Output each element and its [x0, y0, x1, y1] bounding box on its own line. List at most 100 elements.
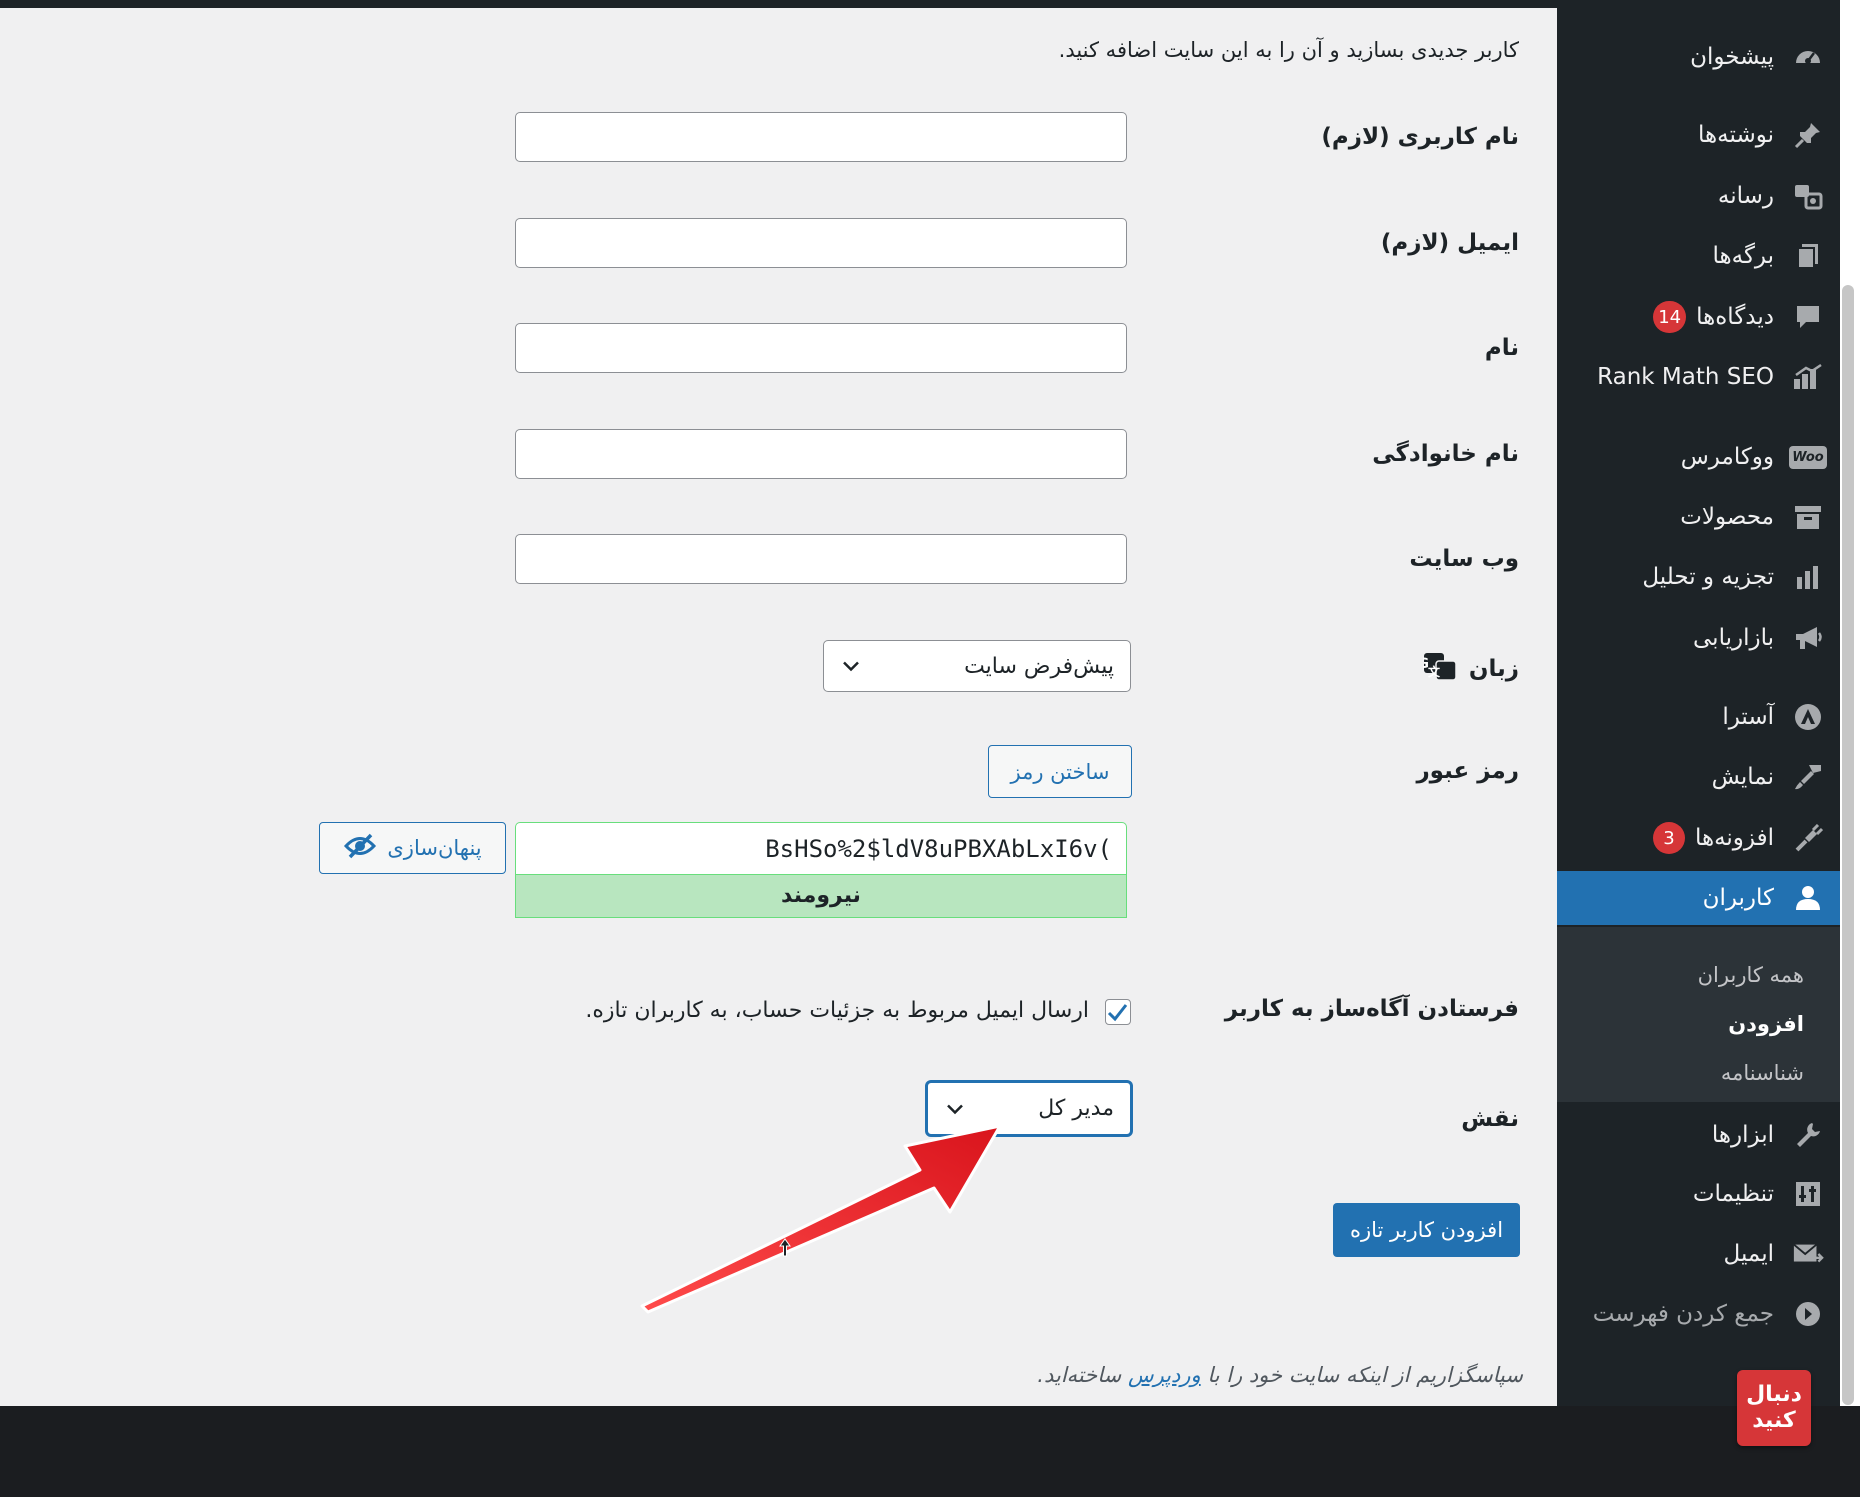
sidebar-item-label: نمایش: [1711, 764, 1774, 790]
first-name-label: نام: [1484, 335, 1519, 361]
sidebar-item-plugin[interactable]: افزونه‌ها 3: [1557, 811, 1840, 865]
checkmark-icon: [1107, 1004, 1128, 1022]
sidebar-item-label: جمع کردن فهرست: [1592, 1301, 1774, 1327]
bottom-bar: [0, 1406, 1860, 1497]
password-strength-meter: نیرومند: [515, 874, 1127, 918]
last-name-label: نام خانوادگی: [1372, 441, 1519, 467]
dashboard-icon: [1792, 41, 1824, 73]
count-badge: 14: [1653, 301, 1687, 333]
username-input[interactable]: [515, 112, 1127, 162]
sidebar-item-label: کاربران: [1702, 885, 1774, 911]
language-label-row: زبان G 文: [1417, 651, 1519, 687]
sidebar-item-label: تجزیه و تحلیل: [1642, 564, 1774, 590]
sidebar-item-label: بازاریابی: [1693, 625, 1774, 651]
sidebar-item-rank-math[interactable]: Rank Math SEO: [1557, 350, 1840, 404]
sidebar-item-label: دیدگاه‌ها: [1696, 304, 1774, 330]
footer-prefix: سپاسگزاریم از اینکه سایت خود را با: [1207, 1363, 1523, 1387]
password-input[interactable]: BsHSo%2$ldV8uPBXAbLxI6v(: [515, 822, 1127, 874]
sidebar-item-label: ابزارها: [1711, 1122, 1774, 1148]
eye-slash-icon: [343, 833, 377, 864]
hide-password-label: پنهان‌سازی: [387, 836, 482, 860]
last-name-input[interactable]: [515, 429, 1127, 479]
scrollbar-thumb[interactable]: [1842, 285, 1854, 1405]
sidebar-item-collapse[interactable]: جمع کردن فهرست: [1557, 1287, 1840, 1341]
astra-icon: [1792, 701, 1824, 733]
website-label: وب سایت: [1409, 546, 1519, 572]
sidebar-item-label: تنظیمات: [1692, 1181, 1774, 1207]
follow-badge[interactable]: دنبال کنید: [1737, 1370, 1811, 1446]
collapse-icon: [1792, 1298, 1824, 1330]
archive-icon: [1792, 501, 1824, 533]
sidebar-item-label: آسترا: [1722, 704, 1774, 730]
sidebar-item-label: Rank Math SEO: [1597, 364, 1774, 390]
sidebar-item-pages[interactable]: برگه‌ها: [1557, 229, 1840, 283]
sidebar-item-woo[interactable]: Woo ووکامرس: [1557, 430, 1840, 484]
submenu-add-new[interactable]: افزودن: [1728, 1012, 1804, 1036]
footer-suffix: ساخته‌اید.: [1037, 1363, 1122, 1387]
follow-badge-line2: کنید: [1752, 1408, 1796, 1433]
language-select-value: پیش‌فرض سایت: [964, 653, 1114, 679]
language-label: زبان: [1468, 656, 1519, 682]
media-icon: [1792, 180, 1824, 212]
chevron-down-icon: [842, 654, 860, 679]
svg-text:文: 文: [1428, 664, 1441, 679]
sidebar-item-pin[interactable]: نوشته‌ها: [1557, 108, 1840, 162]
sidebar-item-bar-chart[interactable]: تجزیه و تحلیل: [1557, 550, 1840, 604]
admin-sidebar: پیشخوان نوشته‌ها رسانه برگه‌ها دیدگاه‌ها 14 Ra…: [1557, 0, 1840, 1406]
sidebar-item-settings[interactable]: تنظیمات: [1557, 1167, 1840, 1221]
users-submenu: همه کاربران افزودن شناسنامه: [1557, 927, 1840, 1102]
hide-password-button[interactable]: پنهان‌سازی: [319, 822, 506, 874]
scrollbar[interactable]: [1840, 0, 1860, 1406]
sidebar-item-mail[interactable]: ایمیل: [1557, 1227, 1840, 1281]
sidebar-item-label: ووکامرس: [1680, 444, 1774, 470]
annotation-arrow: [640, 1124, 1002, 1314]
notify-checkbox[interactable]: [1105, 999, 1131, 1025]
add-new-user-button[interactable]: افزودن کاربر تازه: [1333, 1203, 1520, 1257]
plugin-icon: [1792, 822, 1824, 854]
sidebar-item-label: ایمیل: [1723, 1241, 1774, 1267]
sidebar-item-label: رسانه: [1717, 183, 1774, 209]
submenu-all-users[interactable]: همه کاربران: [1698, 963, 1804, 987]
sidebar-item-label: محصولات: [1680, 504, 1774, 530]
username-label: نام کاربری (لازم): [1321, 124, 1519, 150]
megaphone-icon: [1792, 622, 1824, 654]
sidebar-item-brush[interactable]: نمایش: [1557, 750, 1840, 804]
notify-description: ارسال ایمیل مربوط به جزئیات حساب، به کار…: [585, 998, 1089, 1023]
email-input[interactable]: [515, 218, 1127, 268]
wordpress-link[interactable]: وردپرس: [1128, 1363, 1201, 1387]
mail-icon: [1792, 1238, 1824, 1270]
comments-icon: [1792, 301, 1824, 333]
sidebar-item-megaphone[interactable]: بازاریابی: [1557, 611, 1840, 665]
sidebar-item-user[interactable]: کاربران: [1557, 871, 1840, 925]
generate-password-button[interactable]: ساختن رمز: [988, 745, 1132, 798]
submenu-profile[interactable]: شناسنامه: [1721, 1061, 1804, 1085]
role-select-value: مدیر کل: [1038, 1096, 1114, 1121]
role-label: نقش: [1461, 1106, 1519, 1132]
sidebar-item-label: برگه‌ها: [1712, 243, 1774, 269]
count-badge: 3: [1652, 822, 1685, 854]
user-icon: [1792, 882, 1824, 914]
wrench-icon: [1792, 1119, 1824, 1151]
website-input[interactable]: [515, 534, 1127, 584]
mouse-cursor-icon: [779, 1238, 791, 1257]
translate-icon: G 文: [1417, 651, 1457, 687]
pin-icon: [1792, 119, 1824, 151]
sidebar-item-dashboard[interactable]: پیشخوان: [1557, 30, 1840, 84]
sidebar-item-archive[interactable]: محصولات: [1557, 490, 1840, 544]
sidebar-item-wrench[interactable]: ابزارها: [1557, 1108, 1840, 1162]
pages-icon: [1792, 240, 1824, 272]
notify-label: فرستادن آگاه‌ساز به کاربر: [1224, 996, 1519, 1022]
woo-icon: Woo: [1789, 441, 1827, 473]
first-name-input[interactable]: [515, 323, 1127, 373]
sidebar-item-label: افزونه‌ها: [1694, 825, 1774, 851]
password-label: رمز عبور: [1416, 758, 1519, 784]
sidebar-item-media[interactable]: رسانه: [1557, 169, 1840, 223]
bar-chart-icon: [1792, 561, 1824, 593]
settings-icon: [1792, 1178, 1824, 1210]
sidebar-item-astra[interactable]: آسترا: [1557, 690, 1840, 744]
sidebar-item-label: نوشته‌ها: [1698, 122, 1774, 148]
language-select[interactable]: پیش‌فرض سایت: [823, 640, 1131, 692]
page-intro: کاربر جدیدی بسازید و آن را به این سایت ا…: [1058, 38, 1519, 62]
sidebar-item-comments[interactable]: دیدگاه‌ها 14: [1557, 290, 1840, 344]
follow-badge-line1: دنبال: [1746, 1382, 1802, 1407]
